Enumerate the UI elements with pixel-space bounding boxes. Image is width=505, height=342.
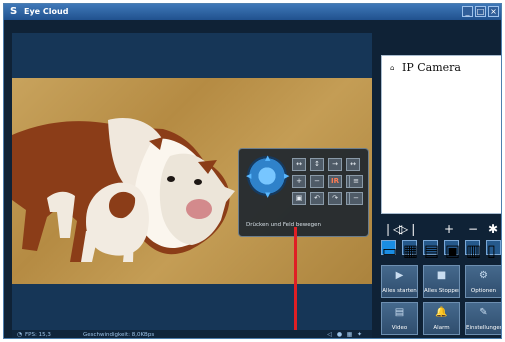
infrared-button[interactable]: IR <box>328 175 342 188</box>
fps-label: FPS: 15,3 <box>25 332 51 338</box>
focus-minus-button[interactable]: − <box>349 192 363 205</box>
alarm-button[interactable]: 🔔 Alarm <box>423 302 460 335</box>
options-icon: ⚙ <box>479 270 488 281</box>
camera-list-panel[interactable]: ⌂ IP Camera <box>381 55 501 214</box>
add-camera-button[interactable]: + <box>443 222 455 236</box>
red-callout-line <box>294 227 297 338</box>
settings-tile-icon: ✎ <box>479 307 488 318</box>
alarm-icon: 🔔 <box>435 307 448 318</box>
rotate-left-button[interactable]: ↶ <box>310 192 324 205</box>
previous-button[interactable]: ❘◁ <box>383 222 402 236</box>
live-video-panel[interactable]: ▲ ▼ ◀ ▶ ↔ ↕ → ↔ + − IR ⤢ ▣ ↶ ↷ + ≡ − Drü… <box>12 33 372 330</box>
status-bar: ◔ FPS: 15,3 Geschwindigkeit: 8,0KBps ◁ ●… <box>12 330 372 338</box>
ptz-control-overlay[interactable]: ▲ ▼ ◀ ▶ ↔ ↕ → ↔ + − IR ⤢ ▣ ↶ ↷ + ≡ − Drü… <box>238 148 369 237</box>
speed-label: Geschwindigkeit: 8,0KBps <box>83 332 155 338</box>
alarm-label: Alarm <box>433 325 450 331</box>
window-title: Eye Cloud <box>24 7 69 16</box>
up-arrow-icon[interactable]: ▲ <box>265 154 270 162</box>
settings-label: Einstellungen <box>466 325 502 331</box>
camera-settings-button[interactable]: ✱ <box>487 222 499 236</box>
pan-horizontal-button[interactable]: ↔ <box>292 158 306 171</box>
view-layout-toolbar: ▭ ▦ ▤ ▣ ▥ ▯ <box>381 240 501 260</box>
grid-icon[interactable]: ▦ <box>346 331 353 338</box>
audio-icon[interactable]: ◁ <box>326 331 333 338</box>
video-label: Video <box>391 325 408 331</box>
eye-cloud-window: S Eye Cloud _ □ × ▲ ▼ ◀ ▶ ↔ ↕ → ↔ + − IR… <box>3 3 502 339</box>
options-label: Optionen <box>470 288 497 294</box>
options-button[interactable]: ⚙ Optionen <box>465 265 501 298</box>
down-arrow-icon[interactable]: ▼ <box>265 191 270 199</box>
close-button[interactable]: × <box>488 6 499 17</box>
start-all-button[interactable]: ▶ Alles starten <box>381 265 418 298</box>
ip-camera-node[interactable]: IP Camera <box>402 61 461 74</box>
stop-all-icon: ■ <box>436 270 447 281</box>
video-button[interactable]: ▤ Video <box>381 302 418 335</box>
next-button[interactable]: ▷❘ <box>399 222 418 236</box>
clock-icon: ◔ <box>16 331 23 338</box>
remove-camera-button[interactable]: − <box>467 222 479 236</box>
tilt-vertical-button[interactable]: ↕ <box>310 158 324 171</box>
zoom-in-button[interactable]: + <box>292 175 306 188</box>
settings-button[interactable]: ✎ Einstellungen <box>465 302 502 335</box>
move-right-button[interactable]: → <box>328 158 342 171</box>
maximize-button[interactable]: □ <box>475 6 486 17</box>
settings-icon[interactable]: ✦ <box>356 331 363 338</box>
split-view-button[interactable]: ▥ <box>465 240 481 260</box>
right-arrow-icon[interactable]: ▶ <box>284 172 289 180</box>
record-icon[interactable]: ● <box>336 331 343 338</box>
start-all-label: Alles starten <box>382 288 417 294</box>
patrol-button[interactable]: ↔ <box>346 158 360 171</box>
fullscreen-view-button[interactable]: ▯ <box>486 240 501 260</box>
rotate-right-button[interactable]: ↷ <box>328 192 342 205</box>
stop-all-label: Alles Stoppen <box>424 288 460 294</box>
sequence-view-button[interactable]: ▣ <box>444 240 460 260</box>
app-logo-icon: S <box>10 6 18 17</box>
video-icon: ▤ <box>394 307 405 318</box>
ip-camera-icon: ⌂ <box>390 64 395 72</box>
ptz-hint-text: Drücken und Feld bewegen <box>246 222 321 228</box>
quad-view-button[interactable]: ▦ <box>402 240 418 260</box>
minimize-button[interactable]: _ <box>462 6 473 17</box>
multi-view-button[interactable]: ▤ <box>423 240 439 260</box>
zoom-out-button[interactable]: − <box>310 175 324 188</box>
ptz-joystick[interactable] <box>247 156 287 196</box>
camera-controls: ❘◁ ▷❘ + − ✱ <box>381 222 501 239</box>
image-settings-button[interactable]: ▣ <box>292 192 306 205</box>
stop-all-button[interactable]: ■ Alles Stoppen <box>423 265 460 298</box>
single-view-button[interactable]: ▭ <box>381 240 397 260</box>
menu-button[interactable]: ≡ <box>349 175 363 188</box>
title-bar: S Eye Cloud _ □ × <box>4 4 501 20</box>
left-arrow-icon[interactable]: ◀ <box>246 172 251 180</box>
start-all-icon: ▶ <box>395 270 404 281</box>
